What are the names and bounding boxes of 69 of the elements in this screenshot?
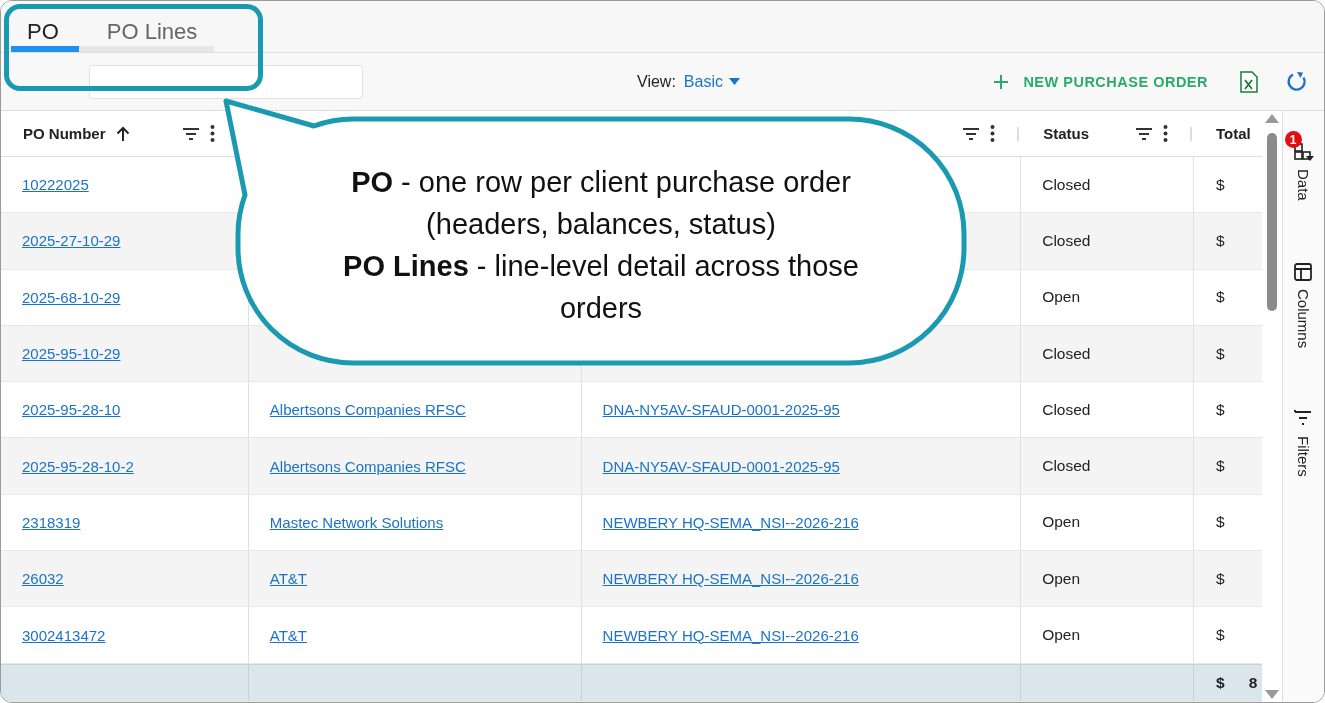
table-cell: $ bbox=[1216, 569, 1225, 588]
table-link[interactable]: 2025-95-28-10-2 bbox=[22, 457, 134, 475]
table-link[interactable]: Albertsons Companies RFSC bbox=[269, 401, 466, 419]
table-link[interactable]: 3002413472 bbox=[22, 626, 106, 644]
table-cell: Closed bbox=[1042, 457, 1091, 476]
table-cell: Open bbox=[1042, 569, 1081, 588]
footer-total-currency: $ bbox=[1216, 673, 1225, 692]
callout-text: PO Lines - line-level detail across those orders bbox=[342, 249, 860, 326]
table-link[interactable]: AT&T bbox=[269, 626, 308, 644]
table-cell: $ bbox=[1216, 344, 1225, 363]
table-link[interactable]: AT&T bbox=[269, 570, 308, 588]
side-panel-tab[interactable]: Filters bbox=[1295, 435, 1312, 477]
column-header[interactable]: Status bbox=[1043, 125, 1090, 142]
table-link[interactable]: Albertsons Companies RFSC bbox=[269, 457, 466, 475]
caret-icon bbox=[728, 78, 740, 85]
table-cell: Open bbox=[1042, 513, 1081, 532]
menu-icon[interactable] bbox=[1163, 125, 1169, 142]
table-link[interactable]: 2025-68-10-29 bbox=[22, 288, 121, 306]
table-cell: $ bbox=[1216, 513, 1225, 532]
column-header[interactable]: Total bbox=[1216, 125, 1251, 142]
refresh-icon[interactable] bbox=[1286, 70, 1308, 93]
table-cell: Closed bbox=[1042, 344, 1091, 363]
scroll-down-icon[interactable] bbox=[1265, 690, 1279, 699]
table-cell: $ bbox=[1216, 400, 1225, 419]
filter-icon[interactable] bbox=[1135, 126, 1154, 141]
tab[interactable]: PO Lines bbox=[106, 15, 198, 45]
table-link[interactable]: 10222025 bbox=[22, 176, 89, 194]
new-purchase-order-button[interactable]: NEW PURCHASE ORDER bbox=[993, 73, 1208, 90]
table-link[interactable]: NEWBERY HQ-SEMA_NSI--2026-216 bbox=[602, 513, 859, 531]
callout-text: PO - one row per client purchase order (headers, balances, status) bbox=[350, 165, 852, 242]
table-cell: $ bbox=[1216, 288, 1225, 307]
columns-icon bbox=[1293, 262, 1314, 281]
table-cell: Closed bbox=[1042, 175, 1091, 194]
table-link[interactable]: NEWBERY HQ-SEMA_NSI--2026-216 bbox=[602, 570, 859, 588]
table-cell: Closed bbox=[1042, 400, 1091, 419]
table-cell: $ bbox=[1216, 175, 1225, 194]
filter-icon[interactable] bbox=[962, 126, 981, 141]
table-cell: $ bbox=[1216, 626, 1225, 644]
notification-badge: 1 bbox=[1284, 131, 1302, 148]
table-cell: Closed bbox=[1042, 231, 1091, 250]
view-label: View: bbox=[637, 72, 676, 91]
table-link[interactable]: 2025-95-28-10 bbox=[22, 401, 121, 419]
table-cell: Open bbox=[1042, 288, 1081, 307]
table-link[interactable]: 2025-27-10-29 bbox=[22, 232, 121, 250]
table-cell: Open bbox=[1042, 626, 1081, 644]
table-link[interactable]: 26032 bbox=[22, 570, 64, 588]
plus-icon bbox=[993, 73, 1010, 90]
filter-icon bbox=[1293, 409, 1314, 428]
menu-icon[interactable] bbox=[990, 125, 996, 142]
table-cell: $ bbox=[1216, 457, 1225, 476]
scroll-up-icon[interactable] bbox=[1265, 114, 1279, 123]
side-panel-tab[interactable]: Data bbox=[1295, 169, 1312, 201]
menu-icon[interactable] bbox=[209, 125, 215, 142]
filter-icon[interactable] bbox=[181, 126, 200, 141]
table-cell: $ bbox=[1216, 231, 1225, 250]
table-link[interactable]: DNA-NY5AV-SFAUD-0001-2025-95 bbox=[602, 457, 840, 475]
table-link[interactable]: 2318319 bbox=[22, 513, 81, 531]
table-link[interactable]: Mastec Network Solutions bbox=[269, 513, 444, 531]
table-link[interactable]: NEWBERY HQ-SEMA_NSI--2026-216 bbox=[602, 626, 859, 644]
scrollbar-thumb[interactable] bbox=[1267, 133, 1277, 311]
table-link[interactable]: 2025-95-10-29 bbox=[22, 345, 121, 363]
side-panel-tab[interactable]: Columns bbox=[1295, 288, 1312, 348]
footer-total-value: 8 bbox=[1248, 673, 1258, 692]
spreadsheet-icon[interactable] bbox=[1240, 70, 1258, 93]
table-link[interactable]: DNA-NY5AV-SFAUD-0001-2025-95 bbox=[602, 401, 840, 419]
column-header[interactable]: PO Number bbox=[23, 125, 106, 142]
data-grid-icon bbox=[1293, 143, 1314, 161]
view-dropdown[interactable]: Basic bbox=[683, 72, 740, 91]
tab[interactable]: PO bbox=[27, 15, 59, 45]
